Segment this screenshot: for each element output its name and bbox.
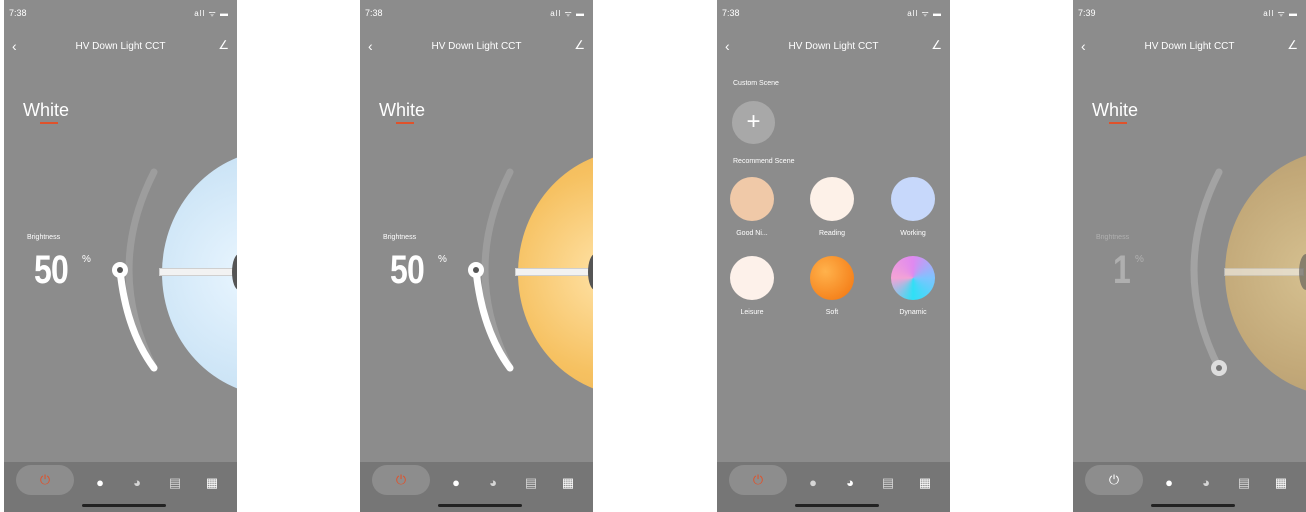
scene-swatch: [891, 256, 935, 300]
bulb-icon[interactable]: ●: [1158, 472, 1180, 494]
scene-working[interactable]: Working: [883, 177, 943, 237]
grid-icon[interactable]: ▦: [914, 472, 936, 494]
palette-icon[interactable]: ◕: [126, 472, 148, 494]
scene-name: Dynamic: [899, 309, 927, 316]
home-indicator: [795, 504, 879, 507]
brightness-label: Brightness: [383, 234, 417, 241]
phone-screen-1: 7:38 all ᯤ ▬ ‹ HV Down Light CCT ∠ White…: [4, 0, 237, 512]
bulb-icon[interactable]: ●: [89, 472, 111, 494]
brightness-arc[interactable]: [1073, 0, 1306, 512]
home-indicator: [1151, 504, 1235, 507]
palette-icon[interactable]: ◕: [839, 472, 861, 494]
brightness-unit: %: [1135, 254, 1144, 265]
recommend-scene-label: Recommend Scene: [733, 158, 795, 165]
device-title: HV Down Light CCT: [788, 41, 879, 52]
scene-name: Leisure: [740, 309, 764, 316]
add-scene-button[interactable]: +: [732, 101, 775, 144]
brightness-value: 50: [34, 248, 69, 292]
home-indicator: [438, 504, 522, 507]
scene-good-night[interactable]: Good Ni...: [722, 177, 782, 237]
scene-swatch: [891, 177, 935, 221]
grid-icon[interactable]: ▦: [1270, 472, 1292, 494]
temperature-slider[interactable]: [515, 268, 593, 276]
brightness-label: Brightness: [1096, 234, 1130, 241]
status-time: 7:38: [722, 8, 740, 18]
power-icon[interactable]: ⏻: [16, 465, 74, 495]
power-icon[interactable]: ⏻: [729, 465, 787, 495]
scene-swatch: [730, 256, 774, 300]
scene-name: Soft: [825, 309, 839, 316]
grid-icon[interactable]: ▦: [557, 472, 579, 494]
scene-reading[interactable]: Reading: [802, 177, 862, 237]
temperature-slider[interactable]: [159, 268, 237, 276]
status-icons: all ᯤ ▬: [907, 9, 942, 18]
temperature-handle[interactable]: [1299, 254, 1306, 290]
phone-screen-2: 7:38 all ᯤ ▬ ‹ HV Down Light CCT ∠ White…: [360, 0, 593, 512]
home-indicator: [82, 504, 166, 507]
power-icon[interactable]: ⏻: [372, 465, 430, 495]
palette-icon[interactable]: ◕: [482, 472, 504, 494]
scene-dynamic[interactable]: Dynamic: [883, 256, 943, 316]
scene-swatch: [730, 177, 774, 221]
bulb-icon[interactable]: ●: [802, 472, 824, 494]
status-bar: 7:38 all ᯤ ▬: [717, 6, 950, 22]
power-icon[interactable]: ⏻: [1085, 465, 1143, 495]
nav-bar: ‹ HV Down Light CCT ∠: [717, 38, 950, 58]
scene-soft[interactable]: Soft: [802, 256, 862, 316]
phone-screen-3: 7:38 all ᯤ ▬ ‹ HV Down Light CCT ∠ Custo…: [717, 0, 950, 512]
custom-scene-label: Custom Scene: [733, 80, 779, 87]
brightness-unit: %: [438, 254, 447, 265]
grid-icon[interactable]: ▦: [201, 472, 223, 494]
temperature-slider[interactable]: [1224, 268, 1304, 276]
scene-swatch: [810, 256, 854, 300]
phone-screen-4: 7:39 all ᯤ ▬ ‹ HV Down Light CCT ∠ White…: [1073, 0, 1306, 512]
schedule-icon[interactable]: ▤: [520, 472, 542, 494]
brightness-label: Brightness: [27, 234, 61, 241]
brightness-value: 1: [1113, 248, 1131, 292]
scene-name: Good Ni...: [736, 230, 768, 237]
schedule-icon[interactable]: ▤: [164, 472, 186, 494]
brightness-unit: %: [82, 254, 91, 265]
edit-icon[interactable]: ∠: [931, 38, 942, 52]
brightness-value: 50: [390, 248, 425, 292]
scene-name: Working: [900, 230, 926, 237]
schedule-icon[interactable]: ▤: [877, 472, 899, 494]
scene-leisure[interactable]: Leisure: [722, 256, 782, 316]
palette-icon[interactable]: ◕: [1195, 472, 1217, 494]
scene-name: Reading: [818, 230, 846, 237]
bulb-icon[interactable]: ●: [445, 472, 467, 494]
scene-swatch: [810, 177, 854, 221]
schedule-icon[interactable]: ▤: [1233, 472, 1255, 494]
